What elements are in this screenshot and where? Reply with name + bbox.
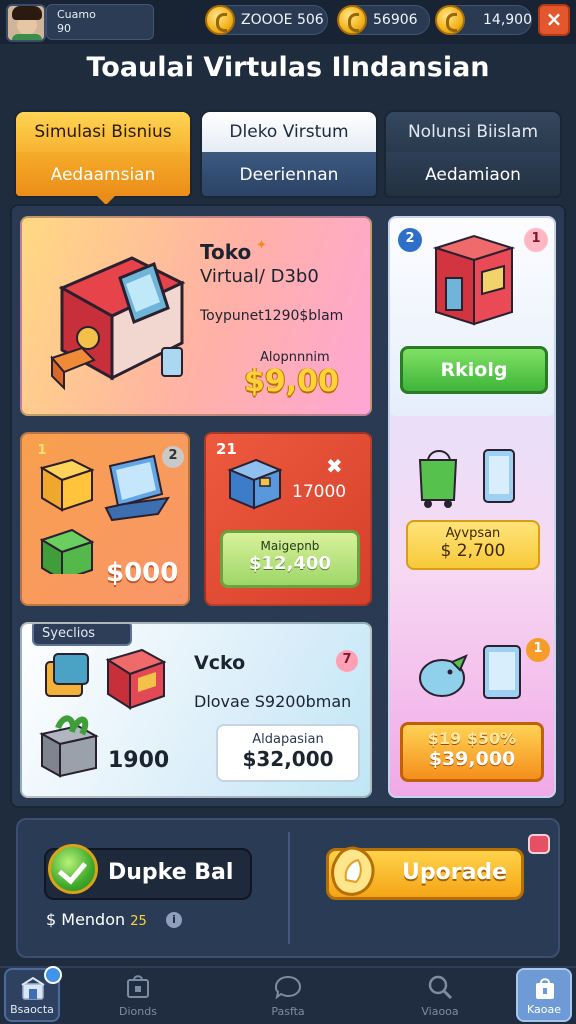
tab-1-label: Simulasi Bisnius — [16, 112, 190, 152]
side-promo-price: $39,000 — [428, 748, 516, 770]
avatar[interactable] — [6, 4, 46, 42]
profile-box[interactable]: Cuamo 90 — [46, 4, 154, 40]
card-2-corner-icon: ✖ — [326, 454, 343, 478]
currency-value-1: ZOOOE 506 — [241, 12, 324, 28]
side-badge-right: 1 — [524, 228, 548, 252]
nav-label-pasfta: Pasfta — [271, 1005, 305, 1018]
tab-3-label: Nolunsi Biislam — [386, 112, 560, 152]
item-card-package[interactable]: 21 ✖ 17000 Maigepnb $12,400 — [204, 432, 372, 606]
package-icon — [227, 458, 283, 510]
toko-price: $9,00 — [244, 364, 339, 399]
card-2-amount: 17000 — [292, 482, 347, 502]
item-card-boxes[interactable]: 1 2 $000 — [20, 432, 190, 606]
boxes-icon — [39, 454, 170, 574]
coin-icon — [337, 5, 367, 35]
coin-icon — [435, 5, 465, 35]
nav-label-kaoae: Kaoae — [527, 1003, 561, 1016]
tab-2-label: Dleko Virstum — [202, 112, 376, 152]
toko-subtitle: Virtual/ D3b0 — [200, 266, 319, 287]
tab-simulasi-bisnis[interactable]: Simulasi Bisnius Aedaamsian — [14, 110, 192, 198]
item-card-vcko[interactable]: Syeclios 7 Vcko Dlovae S9200bman 1900 Al… — [20, 622, 372, 798]
tab-1-sublabel: Aedaamsian — [16, 152, 190, 196]
kiosk-icon — [50, 256, 186, 391]
side-price-box[interactable]: Ayvpsan $ 2,700 — [406, 520, 540, 570]
upgrade-label: Uporade — [402, 860, 508, 885]
toko-title: Toko — [200, 240, 252, 264]
item-card-featured[interactable]: 2 1 Rkiolg Ayvpsan $ 2,700 1 $19 $50% $3… — [388, 216, 556, 798]
nav-label-viaooa: Viaooa — [421, 1005, 459, 1018]
cart-and-tablet-icon — [418, 449, 515, 508]
card-2-button-label: Maigepnb — [260, 539, 320, 553]
vcko-price: $32,000 — [242, 747, 334, 771]
action-divider — [288, 832, 290, 944]
vcko-price-label: Aldapasian — [252, 732, 324, 747]
tab-2-sublabel: Deeriennan — [202, 152, 376, 196]
nav-dionds[interactable]: Dionds — [88, 968, 188, 1022]
upgrade-badge-icon — [331, 846, 375, 896]
tab-dleko-virstum[interactable]: Dleko Virstum Deeriennan — [200, 110, 378, 198]
shop-icon — [127, 975, 149, 998]
side-badge-left: 2 — [398, 228, 422, 252]
info-icon[interactable]: i — [166, 912, 182, 928]
notification-icon — [528, 834, 550, 854]
vcko-tag: Syeclios — [32, 624, 132, 646]
nav-label-bsaocta: Bsaocta — [10, 1003, 54, 1016]
check-coin-icon — [48, 844, 98, 894]
toko-price-label: Alopnnnim — [260, 350, 330, 365]
mendon-value: 25 — [130, 914, 147, 929]
vcko-description: Dlovae S9200bman — [194, 692, 352, 711]
chat-icon — [274, 975, 302, 1000]
profile-name: Cuamo — [57, 8, 96, 21]
vcko-price-box[interactable]: Aldapasian $32,000 — [216, 724, 360, 782]
search-icon — [428, 975, 453, 1000]
vcko-tag-label: Syeclios — [42, 626, 96, 641]
profile-level: 90 — [57, 22, 71, 35]
side-promo-button[interactable]: $19 $50% $39,000 — [400, 722, 544, 782]
currency-value-3: 14,900 — [483, 12, 532, 28]
mendon-info: $ Mendon 25 — [46, 910, 147, 929]
item-card-toko[interactable]: Toko ✦ Virtual/ D3b0 Toypunet1290$blam A… — [20, 216, 372, 416]
bag-icon — [536, 978, 554, 999]
nav-label-dionds: Dionds — [119, 1005, 157, 1018]
side-price-label: Ayvpsan — [445, 526, 501, 541]
currency-value-2: 56906 — [373, 12, 418, 28]
toko-description: Toypunet1290$blam — [200, 308, 344, 324]
mendon-label: $ Mendon — [46, 910, 126, 929]
tab-3-sublabel: Aedamiaon — [386, 152, 560, 196]
vcko-badge: 7 — [336, 650, 358, 672]
side-promo-price-top: $19 $50% — [427, 729, 517, 748]
side-badge-lower: 1 — [526, 638, 550, 662]
side-price: $ 2,700 — [440, 541, 506, 561]
card-2-buy-button[interactable]: Maigepnb $12,400 — [220, 530, 360, 588]
card-1-price: $000 — [106, 558, 179, 588]
currency-display-1: ZOOOE 506 — [205, 5, 328, 35]
nav-kaoae[interactable]: Kaoae — [516, 968, 572, 1022]
nav-pasfta[interactable]: Pasfta — [238, 968, 338, 1022]
currency-display-3: 14,900 — [435, 5, 532, 35]
nav-viaooa[interactable]: Viaooa — [390, 968, 490, 1022]
sparkle-icon: ✦ — [256, 238, 267, 253]
close-button[interactable]: × — [538, 4, 570, 36]
shop-building-icon — [432, 234, 516, 326]
vcko-amount: 1900 — [108, 748, 170, 773]
tab-nolunsi-biislam[interactable]: Nolunsi Biislam Aedamiaon — [384, 110, 562, 198]
currency-display-2: 56906 — [337, 5, 430, 35]
nav-notification-badge — [44, 966, 62, 984]
dupke-label: Dupke Bal — [108, 860, 234, 885]
piggy-bank-and-tablet-icon — [419, 645, 521, 699]
side-buy-button[interactable]: Rkiolg — [400, 346, 548, 394]
store-icon — [21, 976, 45, 1000]
page-title: Toaulai Virtulas Ilndansian — [86, 52, 490, 83]
vcko-title: Vcko — [194, 652, 246, 674]
coin-icon — [205, 5, 235, 35]
card-2-button-price: $12,400 — [249, 553, 331, 574]
